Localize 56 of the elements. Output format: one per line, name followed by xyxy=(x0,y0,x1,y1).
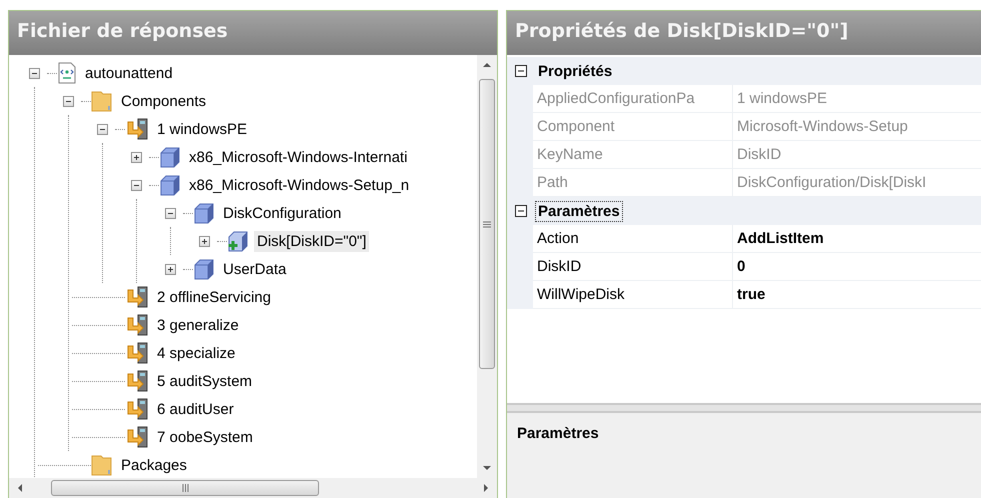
cube-icon xyxy=(159,174,181,196)
tree-item[interactable]: x86_Microsoft-Windows-Internati xyxy=(186,146,410,168)
tree-item[interactable]: 2 offlineServicing xyxy=(154,286,274,308)
property-name[interactable]: Action xyxy=(533,225,733,253)
scroll-thumb[interactable] xyxy=(51,480,319,496)
property-value[interactable]: 0 xyxy=(733,253,981,281)
expand-icon[interactable] xyxy=(165,264,176,274)
description-title: Paramètres xyxy=(517,425,599,442)
cube-icon xyxy=(193,202,215,224)
server-arrow-icon xyxy=(125,342,149,364)
collapse-icon[interactable] xyxy=(515,65,527,77)
tree-item[interactable]: Packages xyxy=(118,454,190,476)
tree-item[interactable]: 7 oobeSystem xyxy=(154,426,256,448)
property-name[interactable]: DiskID xyxy=(533,253,733,281)
category-label[interactable]: Propriétés xyxy=(535,60,616,82)
tree-item[interactable]: UserData xyxy=(220,258,290,280)
tree-item[interactable]: Disk[DiskID="0"] xyxy=(254,230,370,252)
panel-title: Propriétés de Disk[DiskID="0"] xyxy=(507,11,981,55)
expand-icon[interactable] xyxy=(131,152,142,162)
category-label[interactable]: Paramètres xyxy=(535,200,623,222)
cube-icon xyxy=(159,146,181,168)
vertical-scrollbar[interactable] xyxy=(477,55,497,478)
property-value[interactable]: true xyxy=(733,281,981,309)
server-arrow-icon xyxy=(125,370,149,392)
tree-item[interactable]: 3 generalize xyxy=(154,314,242,336)
collapse-icon[interactable] xyxy=(515,205,527,217)
server-arrow-icon xyxy=(125,426,149,448)
tree-item[interactable]: 1 windowsPE xyxy=(154,118,250,140)
panel-title: Fichier de réponses xyxy=(9,11,497,55)
scroll-thumb[interactable] xyxy=(479,79,495,369)
folder-icon xyxy=(91,454,113,476)
tree-item[interactable]: x86_Microsoft-Windows-Setup_n xyxy=(186,174,412,196)
grip-icon xyxy=(182,484,188,492)
horizontal-scrollbar[interactable] xyxy=(9,478,497,498)
server-arrow-icon xyxy=(125,286,149,308)
tree-item[interactable]: DiskConfiguration xyxy=(220,202,344,224)
expand-icon[interactable] xyxy=(199,236,210,246)
collapse-icon[interactable] xyxy=(29,68,40,78)
collapse-icon[interactable] xyxy=(165,208,176,218)
tree-item[interactable]: autounattend xyxy=(82,62,176,84)
server-arrow-icon xyxy=(125,314,149,336)
cube-plus-icon xyxy=(227,230,249,252)
tree-item[interactable]: Components xyxy=(118,90,210,112)
collapse-icon[interactable] xyxy=(97,124,108,134)
folder-icon xyxy=(91,90,113,112)
collapse-icon[interactable] xyxy=(63,96,74,106)
grip-icon xyxy=(483,220,491,228)
cube-icon xyxy=(193,258,215,280)
tree-item[interactable]: 6 auditUser xyxy=(154,398,237,420)
server-arrow-icon xyxy=(125,398,149,420)
tree-item[interactable]: 4 specialize xyxy=(154,342,238,364)
collapse-icon[interactable] xyxy=(131,180,142,190)
tree-item[interactable]: 5 auditSystem xyxy=(154,370,256,392)
server-arrow-icon xyxy=(125,118,149,140)
property-name[interactable]: WillWipeDisk xyxy=(533,281,733,309)
property-value[interactable]: AddListItem xyxy=(733,225,981,253)
